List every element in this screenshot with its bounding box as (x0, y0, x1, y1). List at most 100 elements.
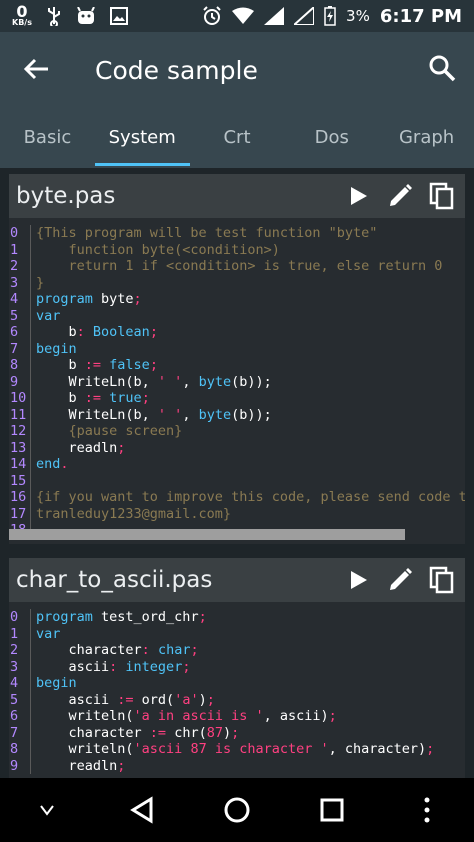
code-line: character := chr(87); (36, 725, 434, 742)
tab-graph[interactable]: Graph (379, 116, 474, 168)
chevron-down-icon (40, 805, 55, 816)
card-header: char_to_ascii.pas (9, 558, 465, 602)
battery-percent: 3% (346, 7, 370, 25)
line-number: 5 (10, 691, 19, 708)
code-line: b := false; (36, 357, 465, 374)
code-token: 'ascii 87 is character ' (133, 741, 329, 757)
nav-recents-button[interactable] (312, 790, 352, 830)
line-number: 9 (10, 373, 19, 390)
code-line: ascii := ord('a'); (36, 692, 434, 709)
code-token: ; (328, 708, 337, 724)
code-line: begin (36, 675, 434, 692)
code-token: ; (206, 691, 215, 708)
code-token: ord( (141, 691, 175, 708)
play-icon (351, 571, 367, 589)
code-token: : (141, 642, 158, 658)
code-token: var (36, 625, 61, 642)
code-token: 'a' (174, 691, 199, 708)
code-token: b (36, 357, 85, 373)
code-token: ) (222, 724, 232, 741)
code-token: := (84, 390, 110, 406)
line-number: 2 (10, 258, 19, 274)
tab-bar: Basic System Crt Dos Graph (0, 116, 474, 168)
nav-back-button[interactable] (122, 790, 162, 830)
line-number: 17 (10, 505, 27, 522)
nav-home-button[interactable] (217, 790, 257, 830)
code-line: b := true; (36, 390, 465, 407)
code-line: writeln('a in ascii is ', ascii); (36, 708, 434, 725)
code-token: tranleduy1233@gmail.com} (36, 505, 232, 522)
line-number: 6 (10, 708, 19, 724)
code-token: } (36, 274, 45, 291)
android-icon (77, 7, 95, 24)
line-number: 4 (10, 291, 19, 307)
code-token: . (60, 456, 69, 472)
copy-icon (429, 182, 454, 210)
code-token: ; (149, 357, 158, 373)
run-button[interactable] (343, 565, 373, 595)
tab-crt[interactable]: Crt (190, 116, 285, 168)
code-token: begin (36, 340, 77, 357)
code-line: program byte; (36, 291, 465, 308)
line-number: 7 (10, 724, 19, 741)
code-token: test_ord_chr (92, 609, 199, 625)
line-number: 10 (10, 390, 27, 406)
code-token: writeln( (36, 741, 134, 757)
triangle-back-icon (130, 796, 153, 824)
horizontal-scrollbar[interactable] (9, 529, 405, 540)
nav-collapse-button[interactable] (27, 790, 67, 830)
code-token: {if you want to improve this code, pleas… (36, 489, 465, 505)
code-editor[interactable]: 0123456789101112131415161718 {This progr… (9, 218, 465, 544)
code-token: Boolean (92, 324, 150, 340)
code-token: function byte(<condition>) (36, 241, 280, 258)
code-line: } (36, 275, 465, 292)
square-recents-icon (320, 798, 344, 822)
back-button[interactable] (22, 54, 52, 84)
usb-icon (47, 7, 60, 26)
code-token: ) (198, 691, 207, 708)
pencil-icon (390, 568, 412, 590)
tab-basic[interactable]: Basic (0, 116, 95, 168)
search-button[interactable] (428, 54, 456, 82)
code-token: ; (133, 291, 142, 307)
code-line: function byte(<condition>) (36, 242, 465, 259)
tab-system[interactable]: System (94, 116, 190, 168)
line-number: 3 (10, 274, 19, 291)
code-lines: {This program will be test function "byt… (36, 225, 465, 539)
code-line: program test_ord_chr; (36, 609, 434, 626)
arrow-back-icon (23, 58, 48, 80)
code-line: return 1 if <condition> is true, else re… (36, 258, 465, 275)
edit-button[interactable] (385, 565, 415, 595)
code-token: false (109, 357, 150, 373)
line-number: 3 (10, 658, 19, 675)
code-token: end (36, 456, 61, 472)
code-token: : (109, 658, 126, 675)
code-editor[interactable]: 0123456789 program test_ord_chr; var char… (9, 602, 465, 778)
code-token: := (84, 357, 110, 373)
more-vertical-icon (424, 797, 430, 823)
line-number: 1 (10, 625, 19, 642)
code-token: begin (36, 675, 77, 691)
tab-dos[interactable]: Dos (284, 116, 379, 168)
circle-home-icon (224, 797, 250, 823)
code-line: var (36, 626, 434, 643)
code-lines: program test_ord_chr; var character: char… (36, 609, 434, 774)
edit-button[interactable] (385, 181, 415, 211)
system-nav-bar (0, 778, 474, 842)
line-number: 0 (10, 225, 19, 241)
run-button[interactable] (343, 181, 373, 211)
copy-button[interactable] (427, 181, 457, 211)
code-token: ; (182, 658, 191, 675)
code-token: b (36, 324, 77, 340)
code-token: program (36, 609, 93, 625)
nav-menu-button[interactable] (407, 790, 447, 830)
line-number: 13 (10, 439, 27, 456)
image-icon (109, 7, 128, 25)
code-token: true (109, 390, 142, 406)
network-speed-unit: KB/s (12, 18, 32, 27)
alarm-icon (203, 6, 221, 25)
copy-button[interactable] (427, 565, 457, 595)
code-line: {if you want to improve this code, pleas… (36, 489, 465, 506)
code-token: b (36, 390, 85, 406)
